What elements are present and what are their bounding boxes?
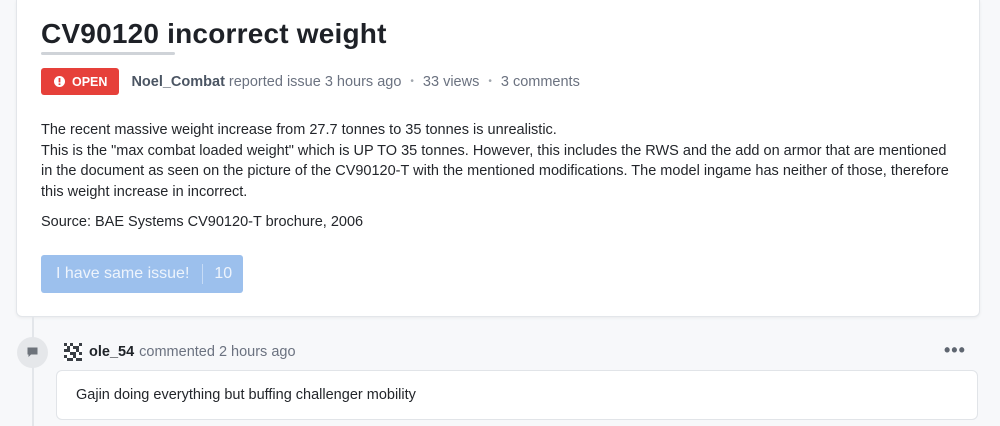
bug-icon [53, 75, 66, 88]
button-divider [202, 264, 204, 284]
issue-body: The recent massive weight increase from … [41, 120, 961, 233]
title-underline [41, 52, 175, 55]
avatar[interactable] [64, 343, 89, 361]
same-issue-count: 10 [214, 265, 233, 282]
comment-text: Gajin doing everything but buffing chall… [76, 387, 416, 403]
same-issue-button[interactable]: I have same issue! 10 [41, 255, 243, 293]
status-label: OPEN [72, 74, 108, 89]
author-link[interactable]: Noel_Combat [131, 74, 224, 90]
speech-bubble-icon [17, 337, 48, 368]
issue-title: CV90120 incorrect weight [41, 18, 387, 49]
views-count: 33 views [422, 73, 480, 90]
comment-meta: commented 2 hours ago [139, 344, 296, 360]
comment-author[interactable]: ole_54 [89, 344, 134, 360]
body-paragraph: This is the "max combat loaded weight" w… [41, 142, 949, 200]
separator-dot: • [488, 76, 492, 87]
issue-card: CV90120 incorrect weight OPEN Noel_Comba… [16, 0, 980, 317]
more-dots-icon[interactable]: ••• [944, 340, 966, 361]
separator-dot: • [410, 76, 414, 87]
body-paragraph: The recent massive weight increase from … [41, 122, 557, 138]
reported-text: reported issue 3 hours ago [228, 73, 402, 90]
issue-meta: OPEN Noel_Combat reported issue 3 hours … [41, 68, 580, 95]
comment-body: Gajin doing everything but buffing chall… [56, 370, 978, 420]
status-badge: OPEN [41, 68, 120, 95]
comments-count[interactable]: 3 comments [501, 74, 580, 90]
source-line: Source: BAE Systems CV90120-T brochure, … [41, 214, 364, 230]
thread-line [32, 316, 34, 426]
same-issue-label: I have same issue! [56, 265, 190, 282]
comment-header: ole_54 commented 2 hours ago [64, 343, 296, 361]
